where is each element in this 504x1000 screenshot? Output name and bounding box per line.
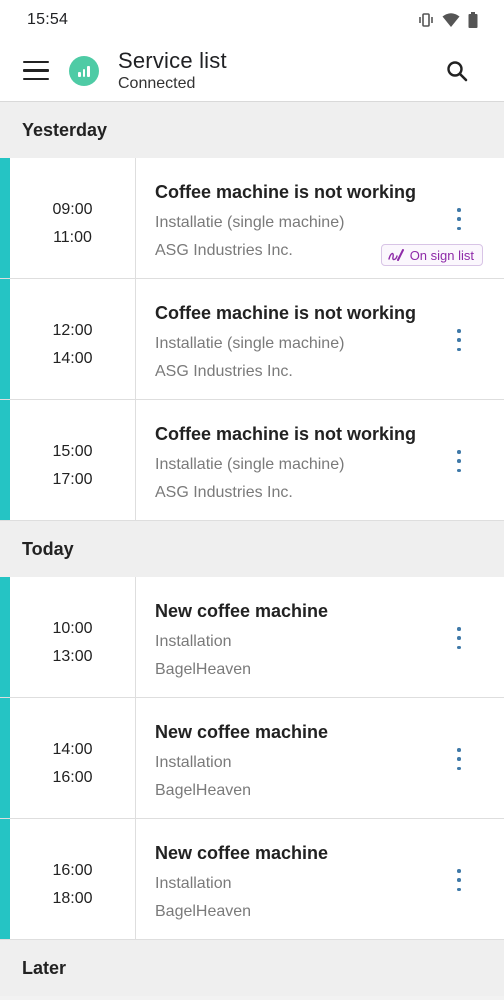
- end-time: 14:00: [52, 350, 93, 367]
- time-range: 09:00 11:00: [10, 158, 136, 278]
- system-icons: [418, 12, 478, 28]
- section-header-yesterday: Yesterday: [0, 102, 504, 158]
- more-options-icon[interactable]: [452, 627, 466, 649]
- item-content: Coffee machine is not working Installati…: [136, 279, 504, 399]
- time-range: 16:00 18:00: [10, 819, 136, 939]
- accent-bar: [0, 279, 10, 399]
- end-time: 18:00: [52, 890, 93, 907]
- item-content: New coffee machine Installation BagelHea…: [136, 577, 504, 697]
- item-title: Coffee machine is not working: [155, 424, 417, 444]
- vibrate-icon: [419, 13, 433, 27]
- end-time: 16:00: [52, 769, 93, 786]
- hamburger-menu-icon[interactable]: [23, 60, 49, 81]
- section-header-today: Today: [0, 521, 504, 577]
- time-range: 14:00 16:00: [10, 698, 136, 818]
- item-title: Coffee machine is not working: [155, 182, 417, 202]
- battery-icon: [468, 12, 478, 28]
- signature-icon: [387, 249, 404, 261]
- item-customer: ASG Industries Inc.: [155, 484, 293, 501]
- status-time: 15:54: [27, 11, 69, 28]
- start-time: 12:00: [52, 322, 93, 339]
- app-screen: 15:54 Service list Connected Yesterday 0…: [0, 0, 504, 1000]
- accent-bar: [0, 698, 10, 818]
- connection-status-text: Connected: [118, 74, 196, 92]
- item-customer: BagelHeaven: [155, 782, 252, 799]
- item-content: Coffee machine is not working Installati…: [136, 158, 504, 278]
- more-options-icon[interactable]: [452, 329, 466, 351]
- item-content: Coffee machine is not working Installati…: [136, 400, 504, 520]
- more-options-icon[interactable]: [452, 869, 466, 891]
- start-time: 10:00: [52, 620, 93, 637]
- search-icon[interactable]: [446, 60, 468, 82]
- list-item[interactable]: 09:00 11:00 Coffee machine is not workin…: [0, 158, 504, 279]
- time-range: 15:00 17:00: [10, 400, 136, 520]
- time-range: 12:00 14:00: [10, 279, 136, 399]
- accent-bar: [0, 158, 10, 278]
- end-time: 17:00: [52, 471, 93, 488]
- start-time: 16:00: [52, 862, 93, 879]
- start-time: 14:00: [52, 741, 93, 758]
- more-options-icon[interactable]: [452, 748, 466, 770]
- accent-bar: [0, 819, 10, 939]
- more-options-icon[interactable]: [452, 450, 466, 472]
- item-title: New coffee machine: [155, 843, 329, 863]
- page-title: Service list: [118, 47, 227, 73]
- list-item[interactable]: 16:00 18:00 New coffee machine Installat…: [0, 819, 504, 940]
- more-options-icon[interactable]: [452, 208, 466, 230]
- wifi-icon: [442, 13, 460, 27]
- start-time: 15:00: [52, 443, 93, 460]
- item-customer: BagelHeaven: [155, 903, 252, 920]
- list-item[interactable]: 14:00 16:00 New coffee machine Installat…: [0, 698, 504, 819]
- connection-status-icon: [69, 55, 99, 86]
- time-range: 10:00 13:00: [10, 577, 136, 697]
- status-bar: 15:54: [0, 0, 504, 40]
- end-time: 11:00: [53, 229, 92, 246]
- accent-bar: [0, 400, 10, 520]
- item-title: Coffee machine is not working: [155, 303, 417, 323]
- list-item[interactable]: 12:00 14:00 Coffee machine is not workin…: [0, 279, 504, 400]
- sign-list-label: On sign list: [409, 247, 474, 263]
- app-bar: Service list Connected: [0, 40, 504, 102]
- list-item[interactable]: 15:00 17:00 Coffee machine is not workin…: [0, 400, 504, 521]
- item-content: New coffee machine Installation BagelHea…: [136, 819, 504, 939]
- item-customer: BagelHeaven: [155, 661, 252, 678]
- accent-bar: [0, 577, 10, 697]
- start-time: 09:00: [52, 201, 93, 218]
- sign-list-badge: On sign list: [380, 244, 483, 266]
- item-customer: ASG Industries Inc.: [155, 363, 293, 380]
- item-title: New coffee machine: [155, 722, 329, 742]
- item-content: New coffee machine Installation BagelHea…: [136, 698, 504, 818]
- list-item[interactable]: 10:00 13:00 New coffee machine Installat…: [0, 577, 504, 698]
- end-time: 13:00: [52, 648, 93, 665]
- section-header-later: Later: [0, 940, 504, 996]
- app-bar-titles: Service list Connected: [118, 48, 227, 94]
- item-title: New coffee machine: [155, 601, 329, 621]
